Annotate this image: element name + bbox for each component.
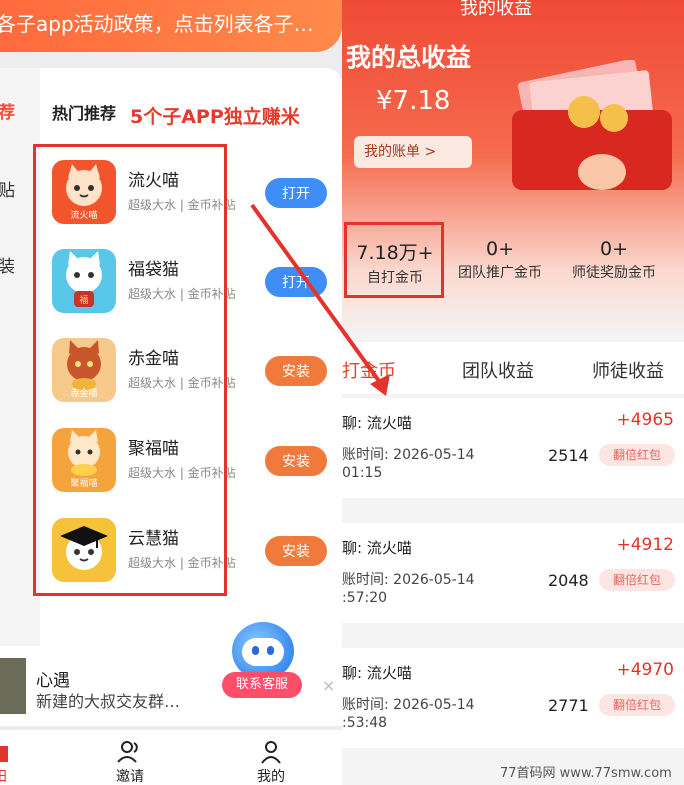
install-button[interactable]: 安装 bbox=[265, 356, 327, 386]
record-coins: 2771 bbox=[548, 696, 589, 715]
coin-stats: 7.18万+ 自打金币 0+ 团队推广金币 0+ 师徒奖励金币 bbox=[342, 238, 684, 298]
robot-eye bbox=[252, 646, 259, 655]
customer-service-label: 联系客服 bbox=[222, 672, 302, 698]
hot-recommend-title: 热门推荐 bbox=[52, 104, 117, 123]
bill-button-label: 我的账单 > bbox=[364, 144, 437, 160]
record-source: 聊: 流火喵 bbox=[342, 664, 412, 682]
tab-team-earnings[interactable]: 团队收益 bbox=[462, 357, 534, 383]
stat-self-coins[interactable]: 7.18万+ 自打金币 bbox=[350, 238, 440, 287]
stat-label: 自打金币 bbox=[367, 270, 423, 286]
tab-mine-label: 我的 bbox=[257, 769, 285, 785]
stat-label: 师徒奖励金币 bbox=[572, 265, 656, 281]
rail-item-subsidy[interactable]: 贴 bbox=[0, 176, 15, 201]
people-icon bbox=[117, 741, 138, 763]
page-title: 我的收益 bbox=[460, 0, 532, 19]
tab-mine[interactable]: 我的 bbox=[257, 740, 285, 785]
list-item[interactable]: 聊: 流火喵 +4965 账时间: 2026-05-14 01:15 2514 … bbox=[342, 398, 684, 498]
open-button[interactable]: 打开 bbox=[265, 267, 327, 297]
policy-banner-text: 各子app活动政策，点击列表各子… bbox=[0, 12, 314, 36]
total-earnings-label: 我的总收益 bbox=[346, 43, 472, 72]
record-coins: 2048 bbox=[548, 571, 589, 590]
earnings-tabs: 自打金币 团队收益 师徒收益 bbox=[342, 342, 684, 394]
tab-home[interactable]: 田 bbox=[0, 740, 12, 785]
annotation-title: 5个子APP独立赚米 bbox=[130, 106, 300, 128]
install-button[interactable]: 安装 bbox=[265, 536, 327, 566]
stat-label: 团队推广金币 bbox=[458, 265, 542, 281]
record-time: 账时间: 2026-05-14 :53:48 bbox=[342, 697, 475, 731]
total-earnings-value: ¥7.18 bbox=[376, 86, 451, 116]
avatar bbox=[0, 658, 26, 714]
earnings-panel: 我的收益 我的总收益 ¥7.18 我的账单 > 7.18万+ 自打金币 0+ 团… bbox=[342, 0, 684, 785]
screenshot-canvas: 各子app活动政策，点击列表各子… 荐 贴 装 热门推荐 5个子APP独立赚米 … bbox=[0, 0, 684, 785]
robot-face bbox=[242, 638, 284, 666]
policy-banner[interactable]: 各子app活动政策，点击列表各子… bbox=[0, 0, 342, 52]
tab-invite-label: 邀请 bbox=[116, 769, 144, 785]
chat-message: 新建的大叔交友群… bbox=[36, 692, 181, 711]
stat-value: 7.18万+ bbox=[356, 242, 434, 264]
install-button[interactable]: 安装 bbox=[265, 446, 327, 476]
tab-self-coins[interactable]: 自打金币 bbox=[342, 357, 396, 383]
tab-home-label: 田 bbox=[0, 769, 7, 785]
open-button[interactable]: 打开 bbox=[265, 178, 327, 208]
record-source: 聊: 流火喵 bbox=[342, 539, 412, 557]
record-coins: 2514 bbox=[548, 446, 589, 465]
record-source: 聊: 流火喵 bbox=[342, 414, 412, 432]
rail-item-recommend[interactable]: 荐 bbox=[0, 98, 15, 123]
rail-item-install[interactable]: 装 bbox=[0, 252, 15, 277]
tab-mentor-earnings[interactable]: 师徒收益 bbox=[592, 357, 664, 383]
list-item[interactable]: 聊: 流火喵 +4912 账时间: 2026-05-14 :57:20 2048… bbox=[342, 523, 684, 623]
record-amount: +4912 bbox=[616, 535, 674, 555]
double-redpacket-badge[interactable]: 翻倍红包 bbox=[599, 569, 675, 591]
annotation-highlight-box bbox=[33, 144, 227, 596]
tab-invite[interactable]: 邀请 bbox=[116, 740, 144, 785]
record-time: 账时间: 2026-05-14 :57:20 bbox=[342, 572, 475, 606]
home-icon bbox=[0, 746, 8, 762]
stat-mentor-coins[interactable]: 0+ 师徒奖励金币 bbox=[564, 238, 664, 282]
double-redpacket-badge[interactable]: 翻倍红包 bbox=[599, 694, 675, 716]
record-amount: +4970 bbox=[616, 660, 674, 680]
robot-eye bbox=[267, 646, 274, 655]
stat-team-coins[interactable]: 0+ 团队推广金币 bbox=[450, 238, 550, 282]
close-icon[interactable]: × bbox=[322, 676, 335, 695]
bottom-tabbar: 田 邀请 我的 bbox=[0, 730, 342, 785]
stat-value: 0+ bbox=[599, 238, 628, 260]
stat-value: 0+ bbox=[485, 238, 514, 260]
watermark: 77首码网 www.77smw.com bbox=[500, 766, 672, 781]
record-time: 账时间: 2026-05-14 01:15 bbox=[342, 447, 475, 481]
list-item[interactable]: 聊: 流火喵 +4970 账时间: 2026-05-14 :53:48 2771… bbox=[342, 648, 684, 748]
red-packet-icon bbox=[512, 60, 672, 190]
person-icon bbox=[261, 741, 281, 764]
record-amount: +4965 bbox=[616, 410, 674, 430]
customer-service-button[interactable]: 联系客服 bbox=[222, 622, 302, 706]
app-list-panel: 各子app活动政策，点击列表各子… 荐 贴 装 热门推荐 5个子APP独立赚米 … bbox=[0, 0, 342, 785]
double-redpacket-badge[interactable]: 翻倍红包 bbox=[599, 444, 675, 466]
my-bill-button[interactable]: 我的账单 > bbox=[354, 136, 472, 168]
